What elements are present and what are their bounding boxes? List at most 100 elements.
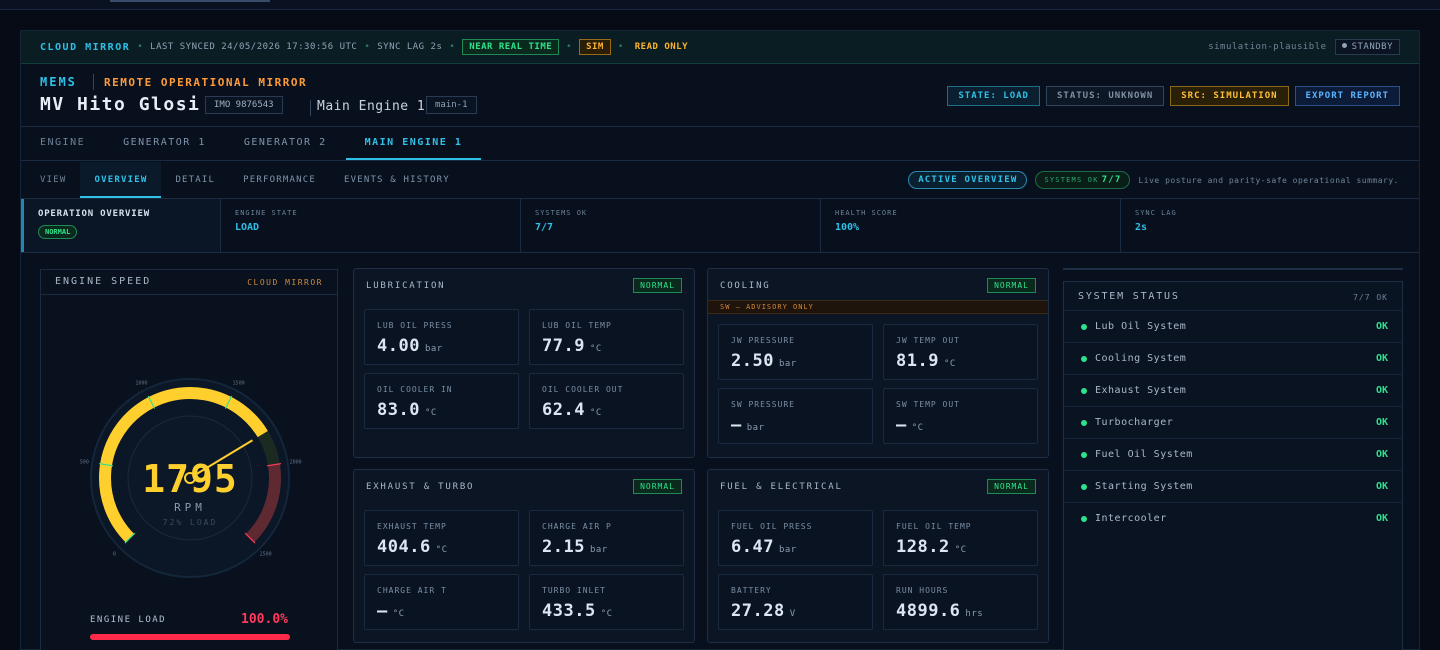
metric-value: — bar: [731, 415, 765, 435]
metric-fuel-oil-press: FUEL OIL PRESS 6.47 bar: [718, 510, 873, 566]
metric-label: RUN HOURS: [896, 586, 949, 595]
near-real-time-badge: NEAR REAL TIME: [462, 39, 560, 55]
metric-unit: °C: [954, 545, 967, 555]
cooling-card: COOLING NORMAL SW — ADVISORY ONLY JW PRE…: [707, 268, 1049, 458]
operation-summary: OPERATION OVERVIEW NORMAL ENGINE STATE L…: [21, 199, 1419, 253]
engine-load-value: 100.0%: [241, 612, 288, 627]
metric-value: 77.9 °C: [542, 336, 602, 356]
status-dot-icon: [1081, 420, 1087, 426]
metric-jw-pressure: JW PRESSURE 2.50 bar: [718, 324, 873, 380]
export-report-button[interactable]: EXPORT REPORT: [1294, 86, 1400, 106]
status-dot-icon: [1081, 356, 1087, 362]
metric-label: EXHAUST TEMP: [377, 522, 447, 531]
metric-run-hours: RUN HOURS 4899.6 hrs: [883, 574, 1038, 630]
system-status: OK: [1375, 385, 1388, 396]
summary-value: 100%: [835, 222, 860, 233]
metric-number: 128.2: [896, 537, 950, 557]
tab-detail[interactable]: DETAIL: [161, 162, 229, 198]
metric-value: 2.50 bar: [731, 351, 797, 371]
source-button[interactable]: SRC: SIMULATION: [1170, 86, 1289, 106]
divider: [93, 74, 94, 90]
standby-badge: STANDBY: [1334, 39, 1400, 55]
status-badge: NORMAL: [633, 278, 682, 293]
tab-events-history[interactable]: EVENTS & HISTORY: [330, 162, 464, 198]
summary-sync-lag: SYNC LAG 2s: [1121, 199, 1419, 252]
metric-unit: bar: [589, 545, 608, 555]
system-name: Intercooler: [1095, 513, 1167, 524]
tab-generator-2[interactable]: GENERATOR 2: [225, 128, 346, 160]
metric-value: 433.5 °C: [542, 601, 613, 621]
metric-number: —: [377, 601, 388, 621]
metric-number: 27.28: [731, 601, 785, 621]
metric-label: OIL COOLER IN: [377, 385, 453, 394]
summary-value: 7/7: [535, 222, 554, 233]
card-title: LUBRICATION: [366, 281, 446, 291]
systems-ok-badge: SYSTEMS OK 7/7: [1035, 171, 1131, 189]
system-status: OK: [1375, 321, 1388, 332]
metric-number: 77.9: [542, 336, 585, 356]
mirror-frame: CLOUD MIRROR • LAST SYNCED 24/05/2026 17…: [20, 30, 1420, 650]
separator-dot: •: [617, 42, 624, 52]
metric-value: 62.4 °C: [542, 400, 602, 420]
metric-number: 83.0: [377, 400, 420, 420]
tab-overview[interactable]: OVERVIEW: [80, 162, 162, 198]
system-name: Lub Oil System: [1095, 321, 1187, 332]
tab-main-engine-1[interactable]: MAIN ENGINE 1: [345, 128, 482, 160]
metric-lub-oil-temp: LUB OIL TEMP 77.9 °C: [529, 309, 684, 365]
metric-label: LUB OIL TEMP: [542, 321, 612, 330]
metric-number: 433.5: [542, 601, 596, 621]
system-row-exhaust: Exhaust System OK: [1064, 374, 1402, 406]
page-header: MEMS REMOTE OPERATIONAL MIRROR MV Hito G…: [21, 65, 1419, 127]
status-button[interactable]: STATUS: UNKNOWN: [1045, 86, 1165, 106]
system-row-fuel-oil: Fuel Oil System OK: [1064, 438, 1402, 470]
metric-label: CHARGE AIR T: [377, 586, 447, 595]
engine-load-bar: [90, 634, 290, 640]
card-title: FUEL & ELECTRICAL: [720, 482, 843, 492]
summary-health-score: HEALTH SCORE 100%: [821, 199, 1121, 252]
status-badge: NORMAL: [633, 479, 682, 494]
system-status: OK: [1375, 353, 1388, 364]
metric-number: 6.47: [731, 537, 774, 557]
tab-performance[interactable]: PERFORMANCE: [229, 162, 330, 198]
state-button[interactable]: STATE: LOAD: [947, 86, 1040, 106]
sync-bar: CLOUD MIRROR • LAST SYNCED 24/05/2026 17…: [21, 31, 1419, 64]
system-status: OK: [1375, 513, 1388, 524]
separator-dot: •: [364, 42, 371, 52]
metric-unit: °C: [600, 609, 613, 619]
summary-label: SYSTEMS OK: [535, 209, 588, 217]
rpm-unit: RPM: [174, 501, 206, 514]
system-name: Turbocharger: [1095, 417, 1174, 428]
system-name: Exhaust System: [1095, 385, 1187, 396]
metric-turbo-inlet: TURBO INLET 433.5 °C: [529, 574, 684, 630]
advisory-banner: SW — ADVISORY ONLY: [708, 300, 1048, 314]
lubrication-card: LUBRICATION NORMAL LUB OIL PRESS 4.00 bar …: [353, 268, 695, 458]
metric-value: 4899.6 hrs: [896, 601, 983, 621]
summary-label: HEALTH SCORE: [835, 209, 898, 217]
metric-label: SW TEMP OUT: [896, 400, 960, 409]
metric-value: 83.0 °C: [377, 400, 437, 420]
metric-lub-oil-press: LUB OIL PRESS 4.00 bar: [364, 309, 519, 365]
engine-name: Main Engine 1: [317, 99, 426, 114]
simulation-plausible: simulation-plausible: [1208, 42, 1327, 52]
system-name: Cooling System: [1095, 353, 1187, 364]
summary-engine-state: ENGINE STATE LOAD: [221, 199, 521, 252]
status-dot-icon: [1081, 324, 1087, 330]
read-only-label: READ ONLY: [634, 42, 689, 52]
system-status: OK: [1375, 481, 1388, 492]
system-row-turbocharger: Turbocharger OK: [1064, 406, 1402, 438]
systems-ok-label: SYSTEMS OK: [1044, 176, 1099, 184]
system-status-count: 7/7 OK: [1353, 293, 1388, 302]
metric-value: 128.2 °C: [896, 537, 967, 557]
metric-fuel-oil-temp: FUEL OIL TEMP 128.2 °C: [883, 510, 1038, 566]
vessel-name: MV Hito Glosi: [40, 94, 201, 115]
metric-value: 27.28 V: [731, 601, 796, 621]
metric-unit: hrs: [965, 609, 984, 619]
metric-number: 62.4: [542, 400, 585, 420]
card-title: EXHAUST & TURBO: [366, 482, 475, 492]
system-status-title: SYSTEM STATUS: [1078, 291, 1180, 302]
separator-dot: •: [449, 42, 456, 52]
rpm-value: 1795: [142, 457, 238, 501]
metric-value: 4.00 bar: [377, 336, 443, 356]
metric-charge-air-t: CHARGE AIR T — °C: [364, 574, 519, 630]
tab-generator-1[interactable]: GENERATOR 1: [104, 128, 225, 160]
